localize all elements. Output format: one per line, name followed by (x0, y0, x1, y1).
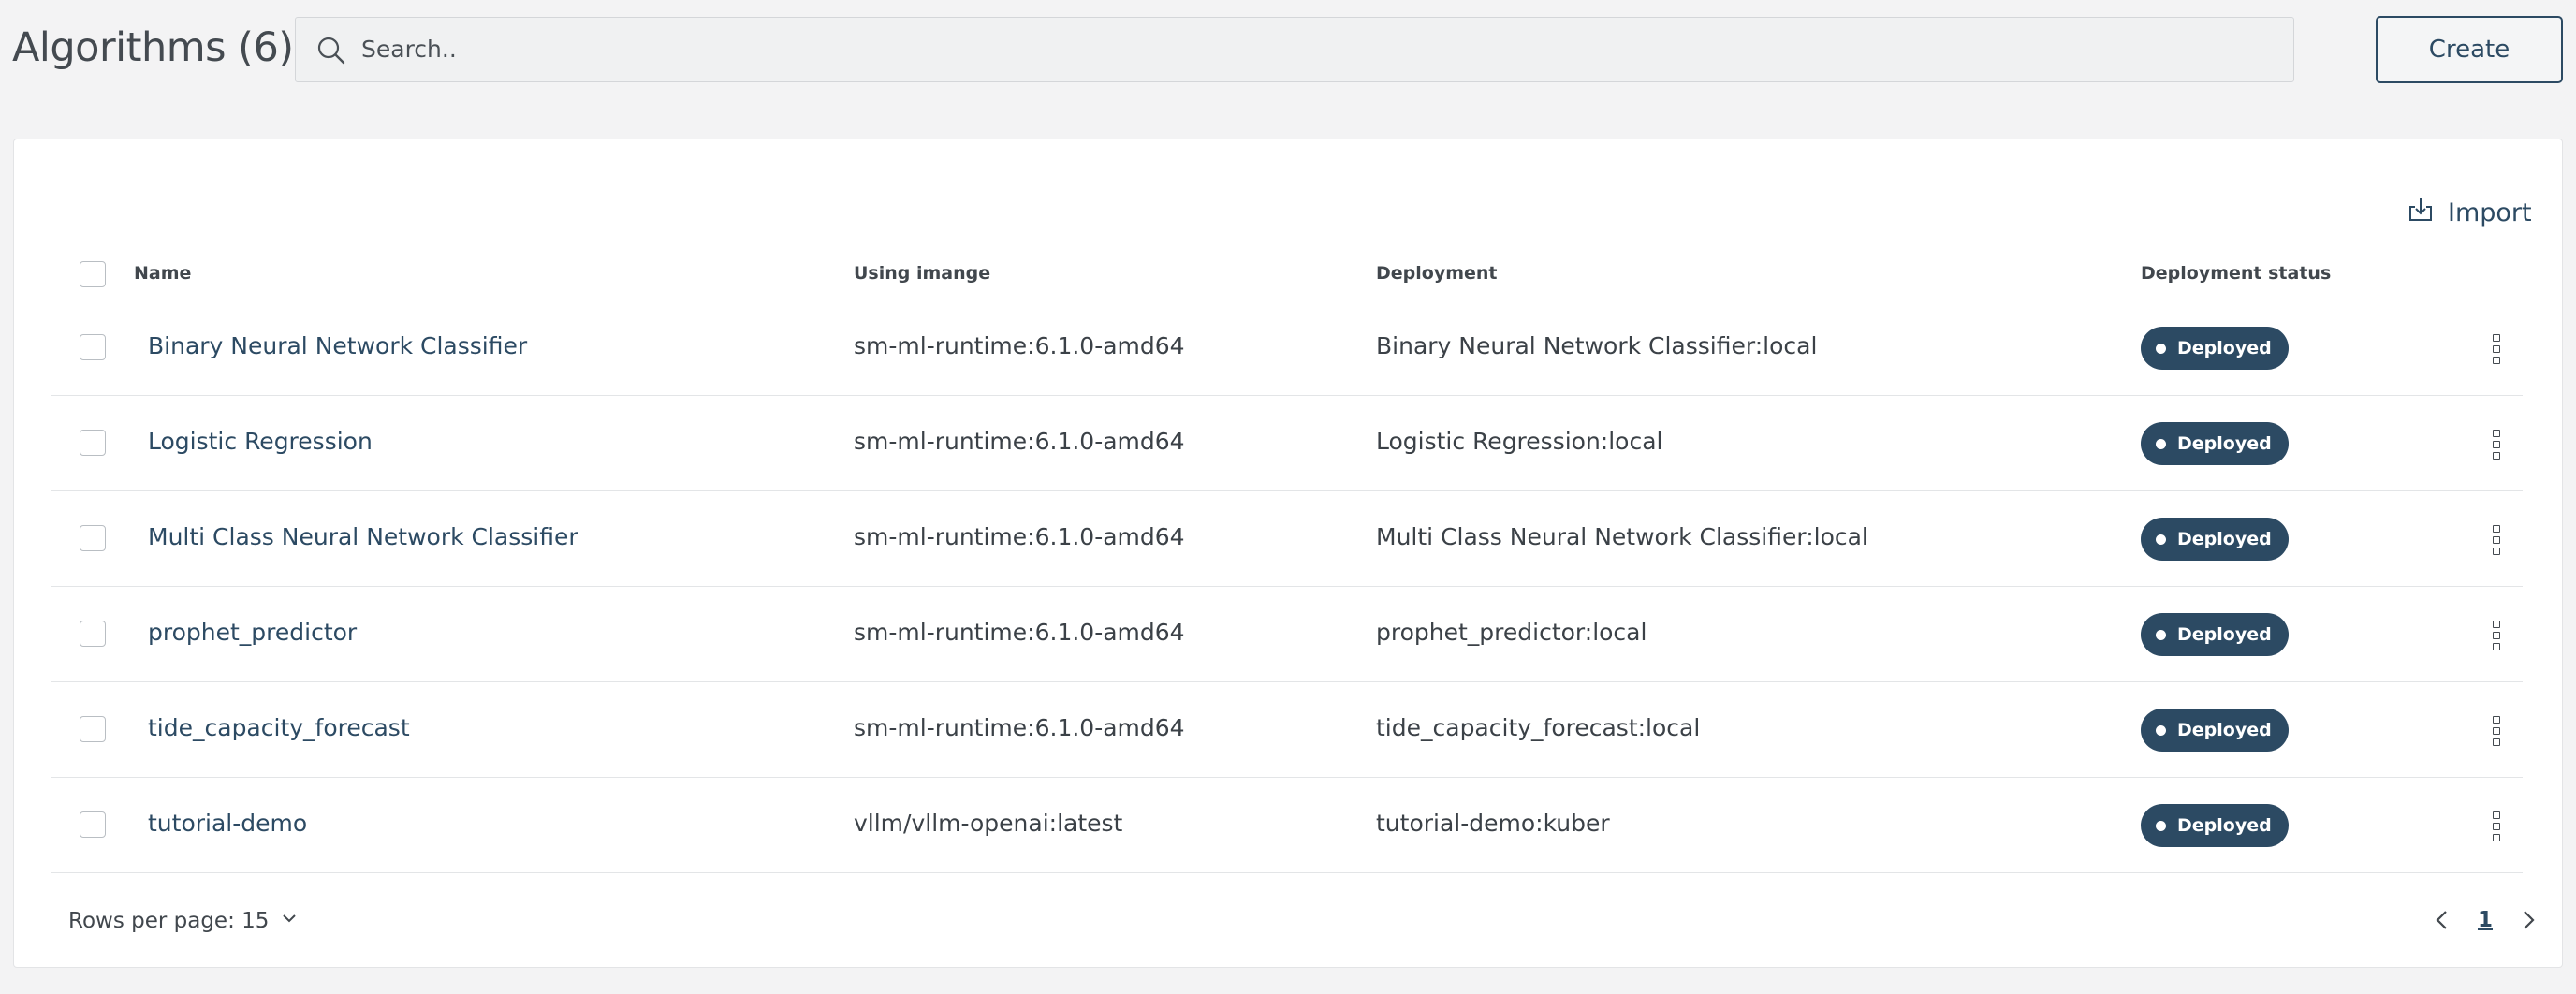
deployment-cell: Multi Class Neural Network Classifier:lo… (1376, 523, 1868, 550)
import-label: Import (2448, 197, 2532, 227)
column-header-name[interactable]: Name (134, 263, 191, 284)
image-cell: vllm/vllm-openai:latest (854, 810, 1123, 837)
more-vertical-icon[interactable] (2482, 714, 2510, 748)
table-row: Binary Neural Network Classifier sm-ml-r… (51, 300, 2523, 396)
deployment-cell: prophet_predictor:local (1376, 619, 1647, 646)
table-row: prophet_predictor sm-ml-runtime:6.1.0-am… (51, 587, 2523, 682)
row-checkbox[interactable] (80, 430, 106, 456)
algorithm-name-link[interactable]: Multi Class Neural Network Classifier (148, 523, 578, 550)
algorithm-name-link[interactable]: Binary Neural Network Classifier (148, 332, 527, 359)
deployment-cell: Logistic Regression:local (1376, 428, 1663, 455)
more-vertical-icon[interactable] (2482, 619, 2510, 652)
status-badge: Deployed (2141, 709, 2289, 752)
search-icon (315, 34, 348, 67)
create-button[interactable]: Create (2376, 16, 2563, 83)
row-checkbox[interactable] (80, 716, 106, 742)
status-label: Deployed (2177, 720, 2272, 740)
chevron-left-icon[interactable] (2429, 905, 2455, 935)
search-bar[interactable] (295, 17, 2294, 82)
page-number-current[interactable]: 1 (2478, 908, 2493, 932)
status-badge: Deployed (2141, 518, 2289, 561)
import-button[interactable]: Import (2407, 194, 2547, 231)
table-row: Multi Class Neural Network Classifier sm… (51, 491, 2523, 587)
status-label: Deployed (2177, 338, 2272, 358)
more-vertical-icon[interactable] (2482, 332, 2510, 366)
algorithm-name-link[interactable]: Logistic Regression (148, 428, 373, 455)
algorithm-name-link[interactable]: prophet_predictor (148, 619, 357, 646)
chevron-down-icon (280, 909, 299, 933)
image-cell: sm-ml-runtime:6.1.0-amd64 (854, 332, 1185, 359)
status-dot-icon (2156, 534, 2166, 545)
table-row: tutorial-demo vllm/vllm-openai:latest tu… (51, 778, 2523, 873)
row-checkbox[interactable] (80, 811, 106, 838)
more-vertical-icon[interactable] (2482, 810, 2510, 843)
chevron-right-icon[interactable] (2515, 905, 2541, 935)
status-label: Deployed (2177, 529, 2272, 549)
column-header-image[interactable]: Using imange (854, 263, 990, 284)
table-footer: Rows per page: 15 1 (14, 899, 2564, 956)
column-header-deployment-status[interactable]: Deployment status (2141, 263, 2331, 284)
rows-per-page-label: Rows per page: 15 (68, 909, 270, 933)
image-cell: sm-ml-runtime:6.1.0-amd64 (854, 523, 1185, 550)
status-dot-icon (2156, 343, 2166, 354)
table-row: Logistic Regression sm-ml-runtime:6.1.0-… (51, 396, 2523, 491)
algorithm-name-link[interactable]: tutorial-demo (148, 810, 307, 837)
row-checkbox[interactable] (80, 621, 106, 647)
status-badge: Deployed (2141, 327, 2289, 370)
image-cell: sm-ml-runtime:6.1.0-amd64 (854, 428, 1185, 455)
algorithms-card: Import Name Using imange Deployment Depl… (13, 139, 2563, 968)
row-checkbox[interactable] (80, 525, 106, 551)
status-label: Deployed (2177, 624, 2272, 645)
status-badge: Deployed (2141, 422, 2289, 465)
status-dot-icon (2156, 629, 2166, 640)
search-input[interactable] (361, 18, 2271, 80)
table-header: Name Using imange Deployment Deployment … (51, 248, 2523, 300)
status-label: Deployed (2177, 433, 2272, 454)
image-cell: sm-ml-runtime:6.1.0-amd64 (854, 619, 1185, 646)
status-badge: Deployed (2141, 613, 2289, 656)
table-row: tide_capacity_forecast sm-ml-runtime:6.1… (51, 682, 2523, 778)
import-icon (2407, 196, 2435, 230)
status-label: Deployed (2177, 815, 2272, 836)
deployment-cell: Binary Neural Network Classifier:local (1376, 332, 1818, 359)
status-dot-icon (2156, 724, 2166, 736)
image-cell: sm-ml-runtime:6.1.0-amd64 (854, 714, 1185, 741)
status-dot-icon (2156, 438, 2166, 449)
algorithm-name-link[interactable]: tide_capacity_forecast (148, 714, 410, 741)
page-title: Algorithms (6) (12, 24, 294, 71)
page-header: Algorithms (6) Create (0, 0, 2576, 103)
column-header-deployment[interactable]: Deployment (1376, 263, 1498, 284)
select-all-checkbox[interactable] (80, 261, 106, 287)
more-vertical-icon[interactable] (2482, 523, 2510, 557)
status-dot-icon (2156, 820, 2166, 831)
status-badge: Deployed (2141, 804, 2289, 847)
rows-per-page-select[interactable]: Rows per page: 15 (68, 909, 299, 933)
deployment-cell: tutorial-demo:kuber (1376, 810, 1610, 837)
row-checkbox[interactable] (80, 334, 106, 360)
pagination: 1 (2429, 905, 2541, 935)
deployment-cell: tide_capacity_forecast:local (1376, 714, 1701, 741)
algorithms-table: Name Using imange Deployment Deployment … (51, 248, 2523, 873)
more-vertical-icon[interactable] (2482, 428, 2510, 461)
